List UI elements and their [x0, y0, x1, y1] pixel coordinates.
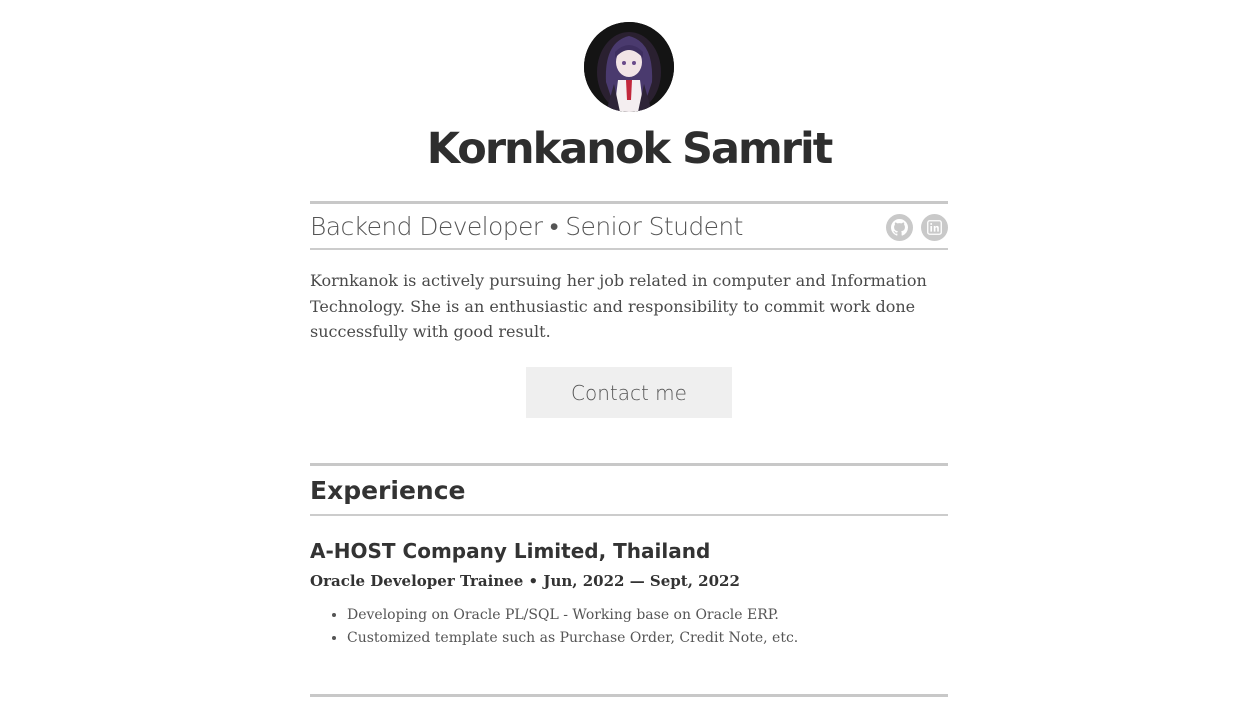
divider: [310, 694, 948, 697]
linkedin-icon: [927, 220, 942, 235]
divider: [310, 514, 948, 516]
profile-name: Kornkanok Samrit: [426, 124, 834, 174]
list-item: Customized template such as Purchase Ord…: [347, 627, 798, 650]
avatar: [584, 22, 674, 112]
divider: [310, 463, 948, 466]
github-icon: [891, 219, 908, 236]
contact-me-button[interactable]: Contact me: [526, 367, 732, 418]
divider: [310, 248, 948, 250]
github-link[interactable]: [886, 214, 913, 241]
avatar-illustration: [584, 22, 674, 112]
profile-tagline: Backend Developer • Senior Student: [310, 212, 743, 241]
profile-bio: Kornkanok is actively pursuing her job r…: [310, 271, 927, 341]
list-item: Developing on Oracle PL/SQL - Working ba…: [347, 604, 798, 627]
linkedin-link[interactable]: [921, 214, 948, 241]
job-role: Oracle Developer Trainee • Jun, 2022 — S…: [310, 572, 740, 590]
job-bullets: Developing on Oracle PL/SQL - Working ba…: [310, 604, 798, 650]
job-company: A-HOST Company Limited, Thailand: [310, 539, 711, 563]
section-title-experience: Experience: [310, 476, 466, 505]
divider: [310, 201, 948, 204]
